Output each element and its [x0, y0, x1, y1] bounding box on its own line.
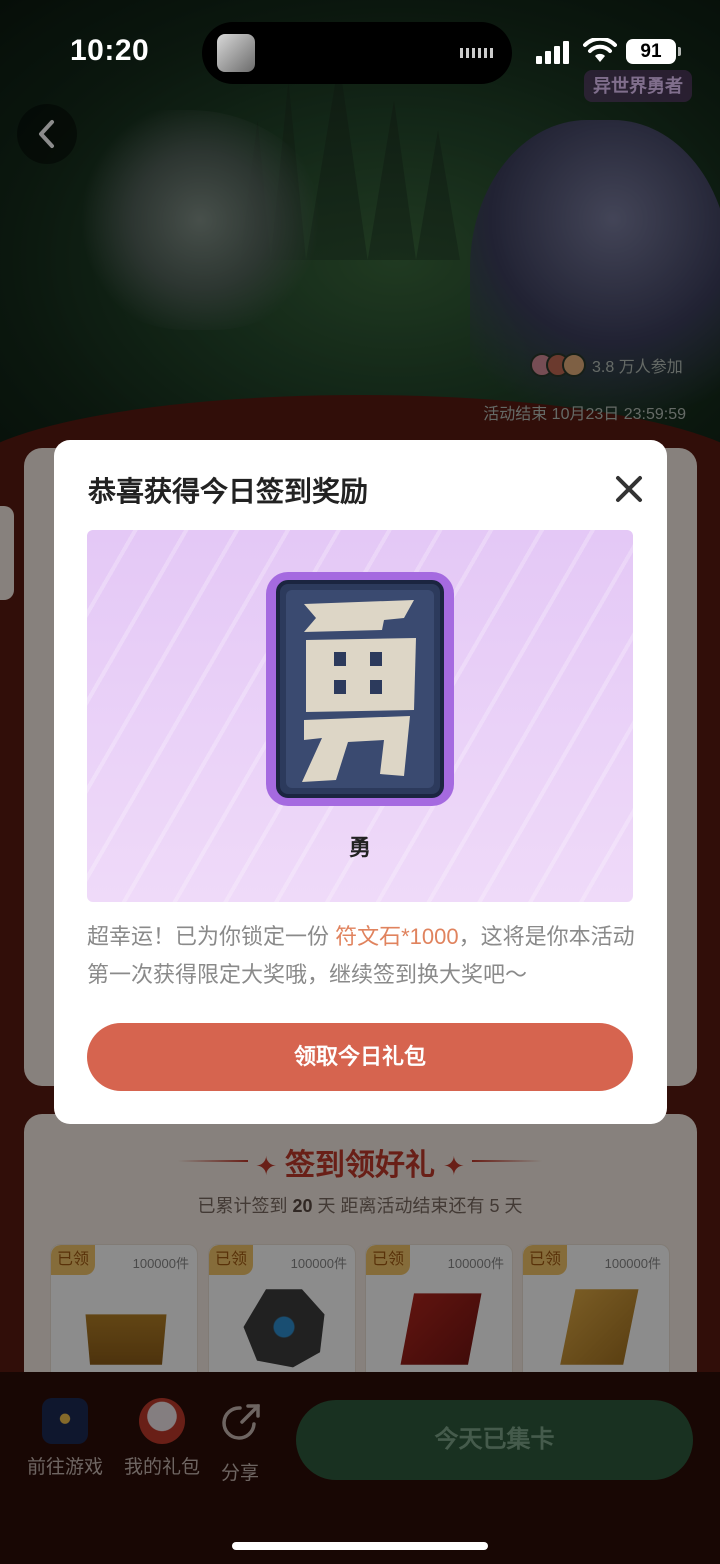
brave-card-icon	[266, 572, 454, 806]
app-thumbnail-icon	[217, 34, 255, 72]
dialog-title: 恭喜获得今日签到奖励	[88, 476, 369, 507]
description-text: 超幸运！已为你锁定一份	[87, 924, 336, 949]
close-button[interactable]	[610, 470, 648, 508]
status-bar: 10:20 91	[0, 0, 720, 100]
wifi-icon	[583, 38, 617, 62]
home-indicator[interactable]	[232, 1542, 488, 1550]
dynamic-island	[202, 22, 512, 84]
battery-indicator: 91	[626, 39, 681, 64]
reward-display: 勇	[87, 530, 633, 902]
close-icon	[616, 476, 642, 502]
audio-wave-icon	[460, 48, 494, 58]
reward-name: 勇	[348, 835, 371, 860]
clock: 10:20	[70, 34, 150, 67]
claim-gift-button[interactable]: 领取今日礼包	[87, 1023, 633, 1091]
cellular-signal-icon	[536, 40, 572, 64]
reward-description: 超幸运！已为你锁定一份 符文石*1000，这将是你本活动第一次获得限定大奖哦，继…	[87, 918, 637, 994]
reward-dialog: 恭喜获得今日签到奖励 勇 超幸运！已为你锁定一份 符文石*1000，这将是你本活…	[54, 440, 667, 1124]
reward-highlight: 符文石*1000	[335, 924, 459, 949]
